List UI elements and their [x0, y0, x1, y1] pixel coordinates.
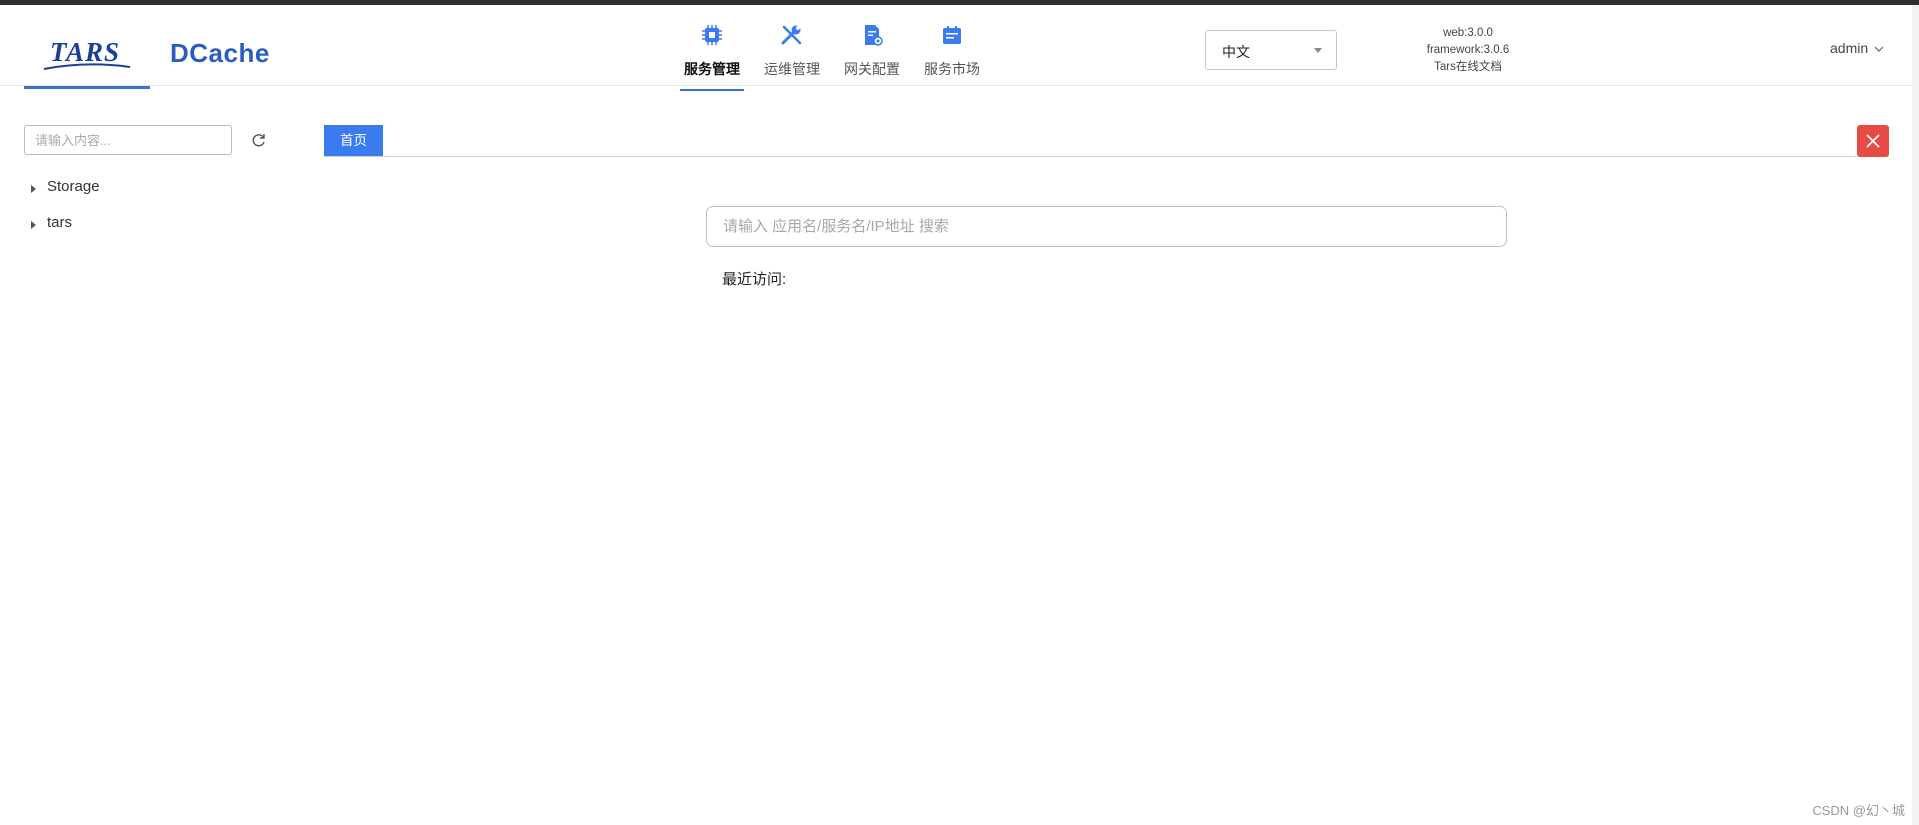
caret-down-icon	[1314, 48, 1322, 53]
nav-service-management[interactable]: 服务管理	[672, 19, 752, 91]
nav-label: 服务市场	[924, 61, 980, 77]
caret-right-icon[interactable]	[31, 185, 36, 193]
nav-label: 网关配置	[844, 61, 900, 77]
tree-node-label: Storage	[47, 178, 100, 195]
gateway-icon	[865, 25, 883, 46]
tab-home[interactable]: 首页	[324, 125, 383, 156]
user-name: admin	[1830, 40, 1869, 56]
service-search-input[interactable]	[706, 206, 1507, 247]
dcache-logo[interactable]: DCache	[170, 38, 270, 69]
main-nav: 服务管理 运维管理 网关配置 服务市场	[672, 19, 992, 91]
nav-label: 服务管理	[684, 61, 740, 77]
chevron-down-icon	[1874, 46, 1884, 53]
tree-search-input[interactable]	[24, 125, 232, 155]
caret-right-icon[interactable]	[31, 221, 36, 229]
tars-logo[interactable]: TARS	[24, 33, 150, 89]
close-icon	[1866, 134, 1880, 148]
refresh-icon[interactable]	[250, 131, 268, 149]
recent-visits-label: 最近访问:	[722, 271, 787, 288]
language-select[interactable]: 中文	[1205, 30, 1337, 70]
chip-icon	[702, 25, 722, 45]
market-icon	[943, 26, 961, 44]
tab-bar: 首页	[324, 125, 1857, 157]
user-menu[interactable]: admin	[1830, 40, 1884, 56]
tars-logo-swoosh	[43, 63, 131, 70]
framework-version: framework:3.0.6	[1426, 44, 1510, 56]
version-info: web:3.0.0 framework:3.0.6 Tars在线文档	[1408, 25, 1528, 76]
nav-label: 运维管理	[764, 61, 820, 77]
dcache-logo-text: DCache	[170, 38, 270, 68]
app-header: TARS DCache 服务管理 运维管理 网关配置 服务市场 中文 web:3…	[0, 5, 1919, 91]
docs-link[interactable]: Tars在线文档	[1408, 59, 1528, 76]
language-value: 中文	[1222, 44, 1250, 60]
tree-node-label: tars	[47, 214, 73, 231]
watermark: CSDN @幻丶城	[1812, 803, 1905, 818]
nav-gateway-config[interactable]: 网关配置	[832, 19, 912, 91]
nav-ops-management[interactable]: 运维管理	[752, 19, 832, 91]
nav-service-market[interactable]: 服务市场	[912, 19, 992, 91]
close-all-tabs-button[interactable]	[1857, 125, 1889, 157]
page-scrollbar[interactable]	[1912, 5, 1919, 825]
wrench-icon	[781, 25, 802, 45]
web-version: web:3.0.0	[1443, 27, 1493, 39]
